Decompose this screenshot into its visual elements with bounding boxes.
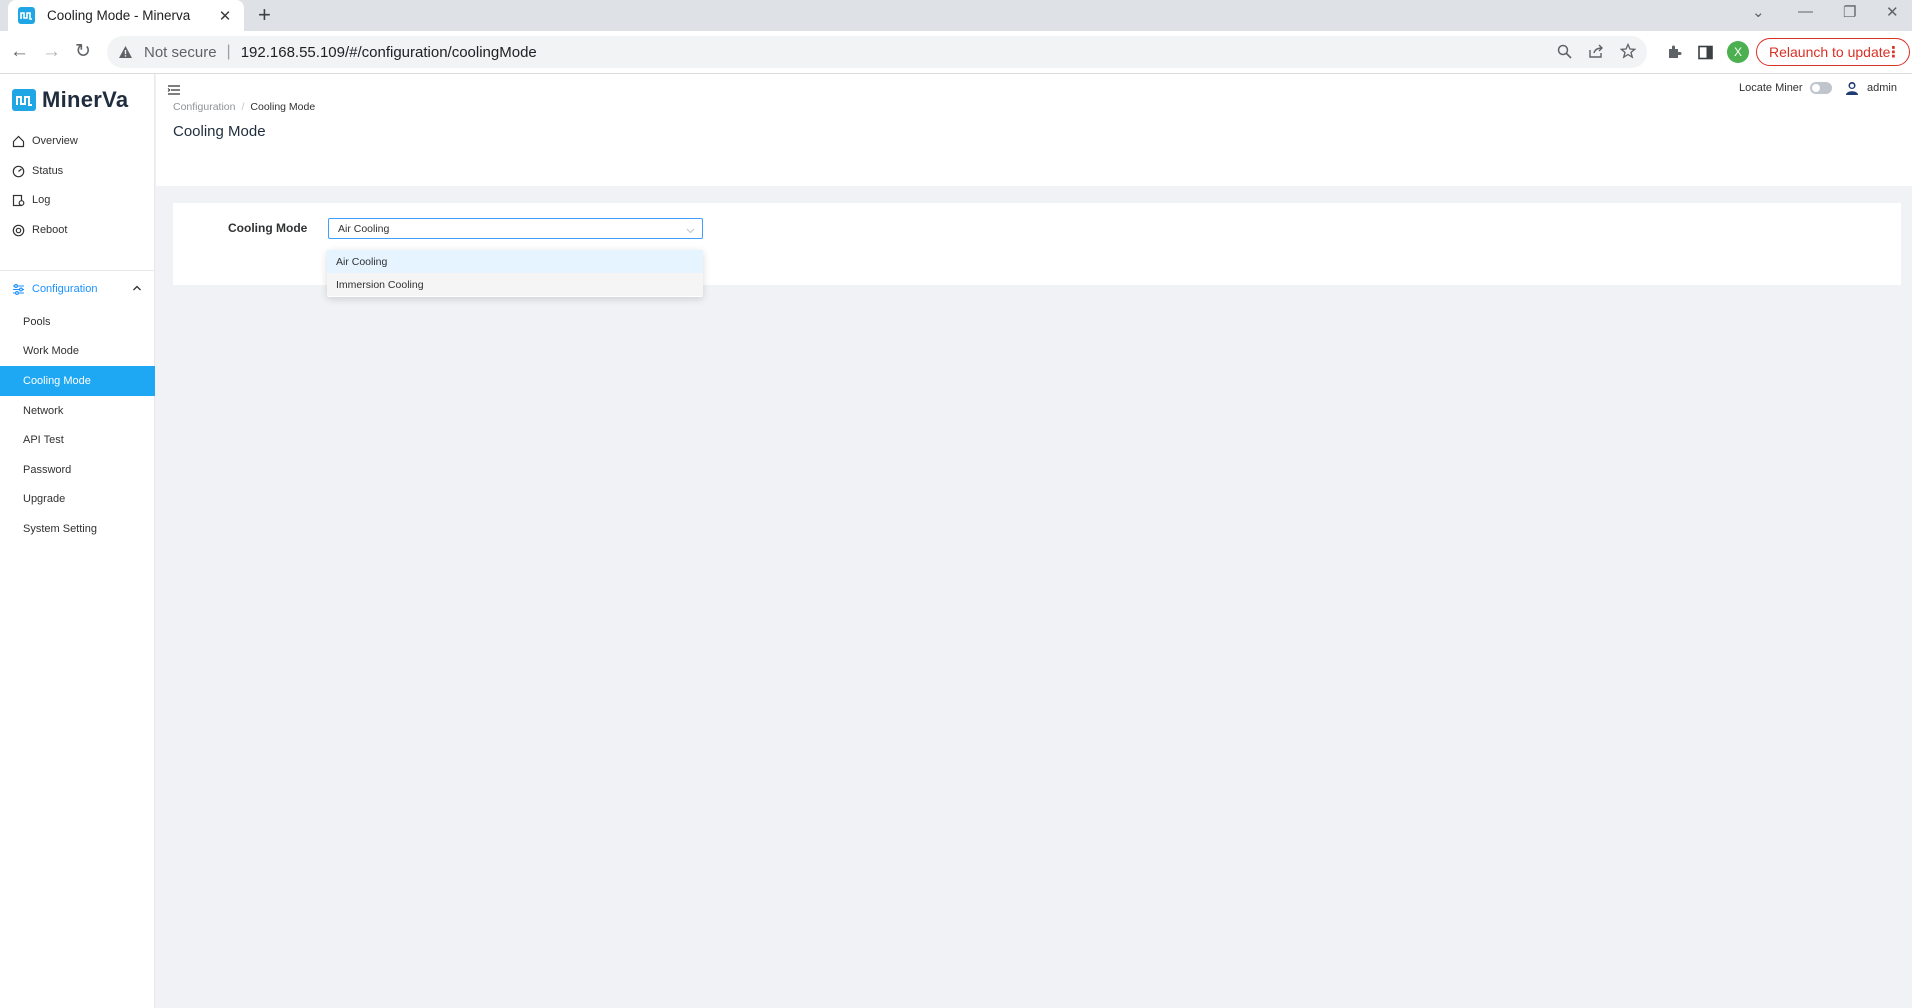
sidebar-item-work-mode[interactable]: Work Mode	[0, 336, 155, 366]
chevron-down-icon[interactable]	[686, 225, 695, 234]
sidebar-item-pools[interactable]: Pools	[0, 307, 155, 337]
sidebar: MinerVa Overview Status Log Reboot Confi…	[0, 74, 155, 1008]
minerva-favicon-icon	[18, 7, 35, 24]
more-menu-icon[interactable]: ⋮	[1886, 43, 1901, 61]
security-label[interactable]: Not secure	[144, 44, 217, 61]
select-value: Air Cooling	[338, 223, 390, 235]
cooling-mode-select[interactable]: Air Cooling	[328, 218, 703, 239]
sidebar-item-password[interactable]: Password	[0, 455, 155, 485]
sidebar-item-label: Log	[32, 194, 51, 206]
logo-mark-icon	[12, 89, 36, 111]
logo[interactable]: MinerVa	[12, 87, 128, 113]
relaunch-button[interactable]: Relaunch to update ⋮	[1756, 38, 1910, 66]
sidebar-item-label: Configuration	[32, 283, 98, 295]
breadcrumb: Configuration / Cooling Mode	[173, 101, 315, 113]
url-text[interactable]: 192.168.55.109/#/configuration/coolingMo…	[241, 44, 537, 61]
sliders-icon	[11, 282, 25, 296]
sidebar-item-label: System Setting	[23, 523, 97, 535]
user-name: admin	[1867, 82, 1897, 94]
menu-divider	[0, 270, 155, 271]
profile-avatar[interactable]: X	[1727, 41, 1749, 63]
sidebar-item-cooling-mode[interactable]: Cooling Mode	[0, 366, 155, 396]
cooling-mode-label: Cooling Mode	[228, 221, 308, 235]
breadcrumb-current: Cooling Mode	[250, 101, 316, 113]
side-panel-icon[interactable]	[1696, 43, 1714, 61]
sidebar-item-label: Pools	[23, 316, 51, 328]
zoom-icon[interactable]	[1555, 42, 1573, 60]
browser-toolbar: ← → ↻ Not secure | 192.168.55.109/#/conf…	[0, 31, 1912, 74]
breadcrumb-parent[interactable]: Configuration	[173, 101, 235, 113]
chevron-up-icon[interactable]	[131, 282, 143, 294]
tab-close-icon[interactable]: ✕	[216, 7, 234, 25]
sidebar-item-label: Work Mode	[23, 345, 80, 357]
forward-icon[interactable]: →	[42, 40, 61, 64]
page-header: Locate Miner admin Configuration / Cooling…	[156, 74, 1912, 186]
sidebar-item-label: API Test	[23, 434, 64, 446]
browser-tab[interactable]: Cooling Mode - Minerva ✕	[8, 0, 244, 31]
tab-title: Cooling Mode - Minerva	[47, 8, 191, 23]
locate-miner: Locate Miner	[1739, 82, 1832, 94]
reboot-icon	[11, 223, 25, 237]
user-menu[interactable]: admin	[1844, 80, 1897, 96]
sidebar-item-label: Cooling Mode	[23, 375, 91, 387]
user-avatar-icon	[1844, 80, 1860, 96]
locate-miner-label: Locate Miner	[1739, 82, 1803, 94]
sidebar-item-reboot[interactable]: Reboot	[0, 215, 155, 245]
new-tab-icon[interactable]: +	[258, 3, 271, 27]
share-icon[interactable]	[1587, 42, 1605, 60]
home-icon	[11, 134, 25, 148]
sidebar-item-overview[interactable]: Overview	[0, 126, 155, 156]
app-root: MinerVa Overview Status Log Reboot Confi…	[0, 74, 1912, 1008]
breadcrumb-separator: /	[241, 101, 245, 113]
sidebar-item-label: Overview	[32, 135, 78, 147]
sidebar-item-label: Upgrade	[23, 493, 66, 505]
sidebar-item-upgrade[interactable]: Upgrade	[0, 484, 155, 514]
menu-toggle-icon[interactable]	[167, 83, 181, 95]
sidebar-item-label: Network	[23, 405, 64, 417]
cooling-mode-dropdown: Air Cooling Immersion Cooling	[327, 250, 703, 297]
dashboard-icon	[11, 164, 25, 178]
restore-icon[interactable]: ❐	[1843, 3, 1856, 21]
sidebar-item-system-setting[interactable]: System Setting	[0, 514, 155, 544]
sidebar-item-log[interactable]: Log	[0, 185, 155, 215]
tab-search-icon[interactable]: ⌄	[1752, 3, 1765, 21]
address-separator: |	[226, 43, 231, 60]
page-title: Cooling Mode	[173, 123, 266, 140]
logo-text: MinerVa	[42, 87, 129, 112]
back-icon[interactable]: ←	[10, 40, 29, 64]
bookmark-star-icon[interactable]	[1619, 42, 1637, 60]
sidebar-item-configuration[interactable]: Configuration	[0, 274, 155, 304]
sidebar-item-status[interactable]: Status	[0, 156, 155, 186]
close-window-icon[interactable]: ✕	[1886, 3, 1899, 21]
browser-tab-strip: Cooling Mode - Minerva ✕ + ⌄ — ❐ ✕	[0, 0, 1912, 31]
sidebar-item-label: Password	[23, 464, 72, 476]
dropdown-option-immersion-cooling[interactable]: Immersion Cooling	[327, 273, 703, 296]
relaunch-label: Relaunch to update	[1769, 44, 1891, 60]
reload-icon[interactable]: ↻	[75, 40, 91, 64]
locate-miner-switch[interactable]	[1809, 82, 1832, 94]
sidebar-item-api-test[interactable]: API Test	[0, 425, 155, 455]
sidebar-item-label: Status	[32, 165, 64, 177]
sidebar-item-network[interactable]: Network	[0, 396, 155, 426]
dropdown-option-air-cooling[interactable]: Air Cooling	[327, 250, 703, 273]
log-icon	[11, 193, 25, 207]
extensions-puzzle-icon[interactable]	[1665, 43, 1683, 61]
minimize-icon[interactable]: —	[1798, 3, 1813, 20]
warning-icon[interactable]	[117, 44, 133, 60]
sidebar-item-label: Reboot	[32, 224, 68, 236]
address-bar[interactable]: Not secure | 192.168.55.109/#/configurat…	[107, 36, 1647, 68]
